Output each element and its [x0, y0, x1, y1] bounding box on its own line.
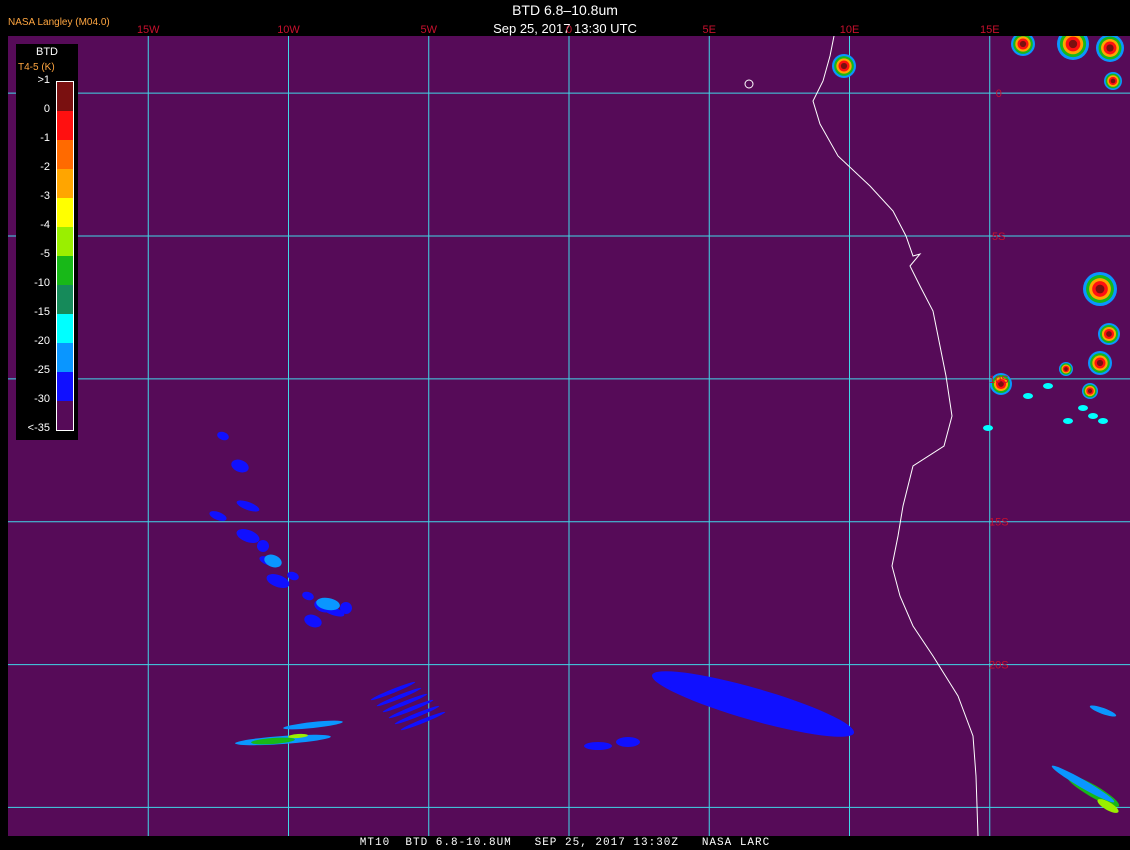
legend-label: -25 — [34, 364, 50, 376]
cloud-feature — [1088, 413, 1098, 419]
color-legend: BTD T4-5 (K) >1 0 -1 -2 -3 -4 -5 -10 -15 -20 -25 -3… — [16, 44, 78, 440]
cloud-feature — [1051, 765, 1115, 803]
lon-label: 10W — [277, 24, 300, 36]
cloud-feature-large — [651, 671, 855, 737]
lon-label: 15W — [137, 24, 160, 36]
cloud-feature — [217, 431, 229, 441]
convective-cell — [1083, 272, 1117, 306]
legend-unit: T4-5 (K) — [18, 62, 55, 73]
legend-label: -20 — [34, 335, 50, 347]
legend-frame — [56, 81, 74, 431]
cloud-feature — [236, 529, 260, 543]
lat-label: 15S — [989, 517, 1009, 529]
cloud-feature — [1023, 393, 1033, 399]
legend-label: -30 — [34, 393, 50, 405]
map-canvas: 0 5S 10S 15S 20S — [8, 36, 1130, 836]
lon-label: 5E — [703, 24, 716, 36]
grid-labels: 0 5S 10S 15S 20S — [989, 88, 1009, 671]
cloud-feature — [283, 720, 343, 730]
legend-title: BTD — [36, 46, 58, 58]
lon-label: 0 — [566, 24, 572, 36]
cloud-feature — [1078, 405, 1088, 411]
legend-label: -4 — [40, 219, 50, 231]
lat-label: 20S — [989, 660, 1009, 672]
cloud-feature — [236, 500, 260, 512]
convective-cell — [1104, 72, 1122, 90]
footer-caption: MT10 BTD 6.8-10.8UM SEP 25, 2017 13:30Z … — [0, 836, 1130, 850]
legend-label: >1 — [37, 74, 50, 86]
convective-cell — [1057, 36, 1089, 60]
convective-cell — [1096, 36, 1124, 62]
legend-label: <-35 — [27, 422, 50, 434]
lon-label-strip: 15W 10W 5W 0 5E 10E 15E — [137, 24, 1000, 36]
cloud-feature — [584, 742, 612, 750]
lon-label: 15E — [980, 24, 1000, 36]
header-bar: NASA Langley (M04.0) BTD 6.8–10.8um Sep … — [0, 0, 1130, 36]
convective-cell — [1059, 362, 1073, 376]
coastline-path — [812, 36, 979, 836]
cloud-feature — [304, 614, 322, 628]
lon-label: 10E — [840, 24, 860, 36]
cloud-feature — [209, 511, 227, 521]
legend-label: -5 — [40, 248, 50, 260]
legend-label: -10 — [34, 277, 50, 289]
cloud-feature — [1098, 418, 1108, 424]
cloud-feature — [1063, 418, 1073, 424]
convective-cell — [1082, 383, 1098, 399]
legend-label: 0 — [43, 103, 50, 115]
cloud-feature — [616, 737, 640, 747]
lon-label: 5W — [421, 24, 438, 36]
cloud-features — [209, 36, 1124, 813]
satellite-map[interactable]: 0 5S 10S 15S 20S — [8, 36, 1130, 836]
cloud-feature — [983, 425, 993, 431]
lat-label: 10S — [989, 374, 1009, 386]
legend-label: -15 — [34, 306, 50, 318]
legend-label: -1 — [40, 132, 50, 144]
cloud-feature — [1043, 383, 1053, 389]
legend-label: -2 — [40, 161, 50, 173]
convective-cell — [1088, 351, 1112, 375]
lat-lon-grid — [8, 36, 1130, 836]
cloud-feature — [302, 591, 314, 601]
convective-cell — [832, 54, 856, 78]
cloud-feature — [264, 554, 282, 568]
cloud-feature — [231, 459, 249, 473]
lat-label: 5S — [992, 231, 1005, 243]
cloud-feature — [1089, 705, 1117, 717]
island-outline — [744, 79, 754, 89]
lat-label: 0 — [996, 88, 1002, 100]
convective-cell — [1011, 36, 1035, 56]
convective-cell — [1098, 323, 1120, 345]
legend-label: -3 — [40, 190, 50, 202]
